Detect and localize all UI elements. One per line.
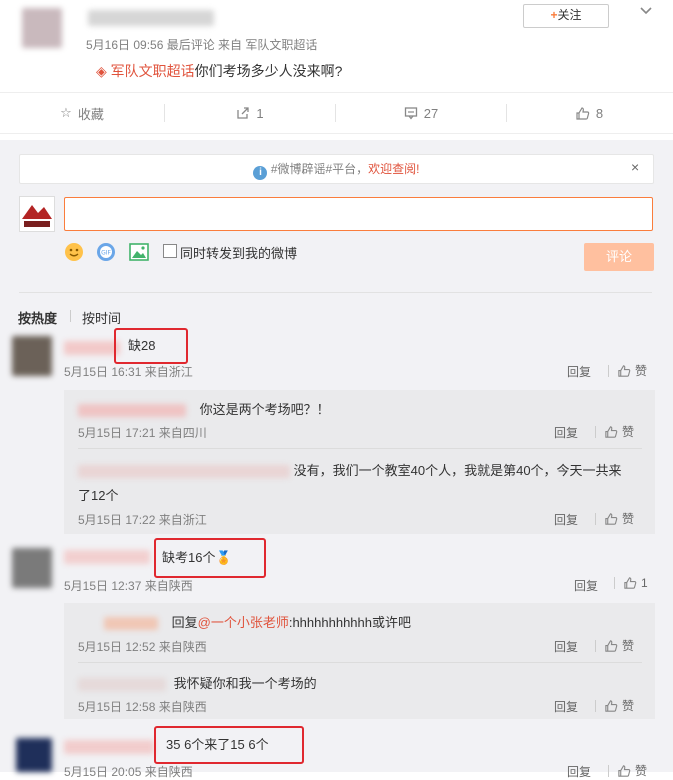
username[interactable] (78, 404, 186, 418)
thumbs-up-icon (617, 364, 631, 378)
thumbs-up-icon (604, 699, 618, 713)
reply-meta: 5月15日 17:22 来自浙江 (78, 513, 207, 527)
info-icon: i (253, 166, 268, 180)
reply-button[interactable]: 回复 (554, 638, 578, 655)
post-time: 5月16日 09:56 最后评论 来自 军队文职超话 (86, 38, 318, 52)
emoji-icon[interactable] (64, 242, 84, 262)
repost-button[interactable]: 1 (165, 106, 335, 121)
share-icon (236, 106, 250, 120)
topic-link[interactable]: 军队文职超话 (111, 63, 195, 79)
username[interactable] (78, 465, 290, 479)
close-icon[interactable]: × (631, 159, 639, 175)
topic-icon: ◈ (96, 63, 107, 79)
comment-text: 缺考16个🏅 (154, 538, 266, 578)
username[interactable] (64, 740, 154, 754)
reply-meta: 5月15日 12:58 来自陕西 (78, 700, 207, 714)
plus-icon: + (550, 8, 558, 22)
username[interactable] (64, 341, 120, 355)
reply-item: 没有，我们一个教室40个人，我就是第40个，今天一共来 (78, 460, 644, 479)
follow-button[interactable]: +关注 (523, 4, 609, 28)
like-button[interactable]: 1 (614, 576, 648, 590)
thumbs-up-icon (604, 425, 618, 439)
action-bar: ☆ 收藏 1 27 8 (0, 92, 673, 134)
reply-button[interactable]: 回复 (554, 698, 578, 715)
avatar[interactable] (16, 738, 52, 772)
gif-icon[interactable]: GIF (96, 242, 116, 262)
avatar[interactable] (12, 336, 52, 376)
reply-button[interactable]: 回复 (567, 363, 591, 380)
chevron-down-icon[interactable] (639, 6, 653, 16)
like-button[interactable]: 赞 (608, 362, 647, 379)
my-avatar[interactable] (19, 196, 55, 232)
comment-icon (404, 106, 418, 120)
avatar[interactable] (12, 548, 52, 588)
thumbs-up-icon (604, 639, 618, 653)
comment-meta: 5月15日 12:37 来自陕西 (64, 579, 193, 593)
like-button[interactable]: 赞 (595, 423, 634, 440)
comment-button[interactable]: 27 (336, 106, 506, 121)
sort-by-time[interactable]: 按时间 (82, 308, 121, 327)
reply-item: 回复@一个小张老师:hhhhhhhhhhh或许吧 (104, 612, 411, 631)
post-text: 你们考场多少人没来啊? (194, 63, 343, 79)
favorite-button[interactable]: ☆ 收藏 (0, 104, 164, 123)
reply-button[interactable]: 回复 (554, 424, 578, 441)
reply-meta: 5月15日 12:52 来自陕西 (78, 640, 207, 654)
post-body: ◈ 军队文职超话你们考场多少人没来啊? (96, 61, 342, 81)
username[interactable] (78, 678, 166, 692)
sort-by-hot[interactable]: 按热度 (18, 308, 57, 327)
reply-button[interactable]: 回复 (554, 511, 578, 528)
repost-checkbox[interactable] (163, 244, 177, 258)
reply-meta: 5月15日 17:21 来自四川 (78, 426, 207, 440)
comment-text: 缺28 (114, 328, 188, 364)
username[interactable] (88, 10, 214, 26)
divider (78, 662, 642, 663)
rumor-notice: i #微博辟谣#平台，欢迎查阅! (19, 154, 654, 184)
like-button[interactable]: 赞 (595, 510, 634, 527)
thumbs-up-icon (575, 106, 590, 121)
emoji-icon: 🏅 (215, 550, 232, 565)
mention-link[interactable]: @一个小张老师 (198, 615, 289, 630)
notice-link[interactable]: 欢迎查阅! (368, 162, 419, 176)
like-button[interactable]: 赞 (595, 697, 634, 714)
reply-item: 我怀疑你和我一个考场的 (78, 673, 317, 692)
reply-text-cont: 了12个 (78, 488, 119, 503)
svg-text:GIF: GIF (101, 250, 111, 257)
sort-divider (70, 310, 71, 322)
reply-item: 你这是两个考场吧？！ (78, 399, 330, 418)
comment-input[interactable] (64, 197, 653, 231)
star-icon: ☆ (60, 105, 72, 120)
like-button[interactable]: 赞 (595, 637, 634, 654)
avatar[interactable] (22, 8, 62, 48)
submit-comment-button[interactable]: 评论 (584, 243, 654, 271)
comment-text: 35 6个来了15 6个 (154, 726, 304, 764)
thumbs-up-icon (604, 512, 618, 526)
divider (78, 448, 642, 449)
like-button[interactable]: 8 (507, 106, 671, 121)
thumbs-up-icon (617, 764, 631, 778)
divider (19, 292, 652, 293)
thumbs-up-icon (623, 576, 637, 590)
like-button[interactable]: 赞 (608, 762, 647, 779)
image-icon[interactable] (129, 243, 149, 261)
username[interactable] (104, 617, 158, 631)
username[interactable] (64, 550, 150, 564)
repost-checkbox-label: 同时转发到我的微博 (180, 246, 298, 261)
reply-button[interactable]: 回复 (574, 577, 598, 594)
comment-meta: 5月15日 16:31 来自浙江 (64, 365, 193, 379)
